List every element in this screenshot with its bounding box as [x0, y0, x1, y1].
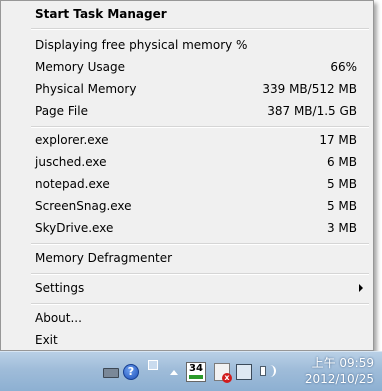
screens-icon[interactable] [148, 360, 158, 370]
memory-usage-item[interactable]: Memory Usage 66% [3, 56, 371, 78]
badge-34-icon[interactable]: 34 [186, 362, 206, 382]
menu-separator [31, 303, 369, 305]
exit-item[interactable]: Exit [3, 329, 371, 351]
submenu-arrow-icon [359, 284, 363, 292]
about-label: About... [35, 311, 82, 325]
physical-memory-item[interactable]: Physical Memory 339 MB/512 MB [3, 78, 371, 100]
process-item[interactable]: explorer.exe 17 MB [3, 129, 371, 151]
display-mode-label: Displaying free physical memory % [35, 38, 248, 52]
process-item[interactable]: ScreenSnag.exe 5 MB [3, 195, 371, 217]
physical-memory-label: Physical Memory [35, 82, 137, 96]
show-hidden-icons-arrow[interactable] [170, 370, 178, 375]
page-file-item[interactable]: Page File 387 MB/1.5 GB [3, 100, 371, 122]
clock-date: 2012/10/25 [304, 372, 374, 386]
menu-separator [31, 273, 369, 275]
display-mode-item[interactable]: Displaying free physical memory % [3, 34, 371, 56]
network-icon[interactable] [236, 364, 252, 380]
process-name: ScreenSnag.exe [35, 199, 132, 213]
memory-usage-label: Memory Usage [35, 60, 126, 74]
process-name: jusched.exe [35, 155, 107, 169]
process-item[interactable]: SkyDrive.exe 3 MB [3, 217, 371, 239]
settings-label: Settings [35, 281, 85, 295]
memory-usage-value: 66% [330, 60, 357, 74]
memory-defragmenter-item[interactable]: Memory Defragmenter [3, 247, 371, 269]
volume-icon[interactable] [260, 366, 266, 376]
volume-wave-icon [268, 365, 276, 377]
process-name: SkyDrive.exe [35, 221, 114, 235]
help-icon[interactable]: ? [123, 364, 139, 380]
process-memory: 5 MB [326, 199, 357, 213]
process-memory: 3 MB [326, 221, 357, 235]
process-name: notepad.exe [35, 177, 110, 191]
process-item[interactable]: notepad.exe 5 MB [3, 173, 371, 195]
action-center-flag-icon[interactable]: x [214, 363, 232, 383]
menu-separator [31, 126, 369, 128]
context-menu: Start Task Manager Displaying free physi… [0, 0, 374, 351]
memory-defragmenter-label: Memory Defragmenter [35, 251, 173, 265]
taskbar: ? 34 x 上午 09:59 2012/10/25 [0, 351, 382, 391]
process-name: explorer.exe [35, 133, 109, 147]
start-task-manager-item[interactable]: Start Task Manager [3, 3, 371, 25]
page-file-value: 387 MB/1.5 GB [267, 104, 357, 118]
about-item[interactable]: About... [3, 307, 371, 329]
physical-memory-value: 339 MB/512 MB [262, 82, 357, 96]
exit-label: Exit [35, 333, 58, 347]
badge-34-text: 34 [189, 363, 203, 374]
clock-time: 上午 09:59 [311, 356, 374, 370]
clock[interactable]: 上午 09:59 2012/10/25 [305, 355, 374, 387]
process-memory: 6 MB [326, 155, 357, 169]
badge-34-bar [189, 375, 203, 379]
start-task-manager-label: Start Task Manager [35, 7, 167, 21]
menu-separator [31, 28, 369, 30]
keyboard-icon[interactable] [103, 368, 119, 378]
page-file-label: Page File [35, 104, 88, 118]
process-memory: 17 MB [319, 133, 357, 147]
settings-item[interactable]: Settings [3, 277, 371, 299]
menu-separator [31, 243, 369, 245]
process-item[interactable]: jusched.exe 6 MB [3, 151, 371, 173]
error-x-icon: x [222, 373, 232, 383]
process-memory: 5 MB [326, 177, 357, 191]
